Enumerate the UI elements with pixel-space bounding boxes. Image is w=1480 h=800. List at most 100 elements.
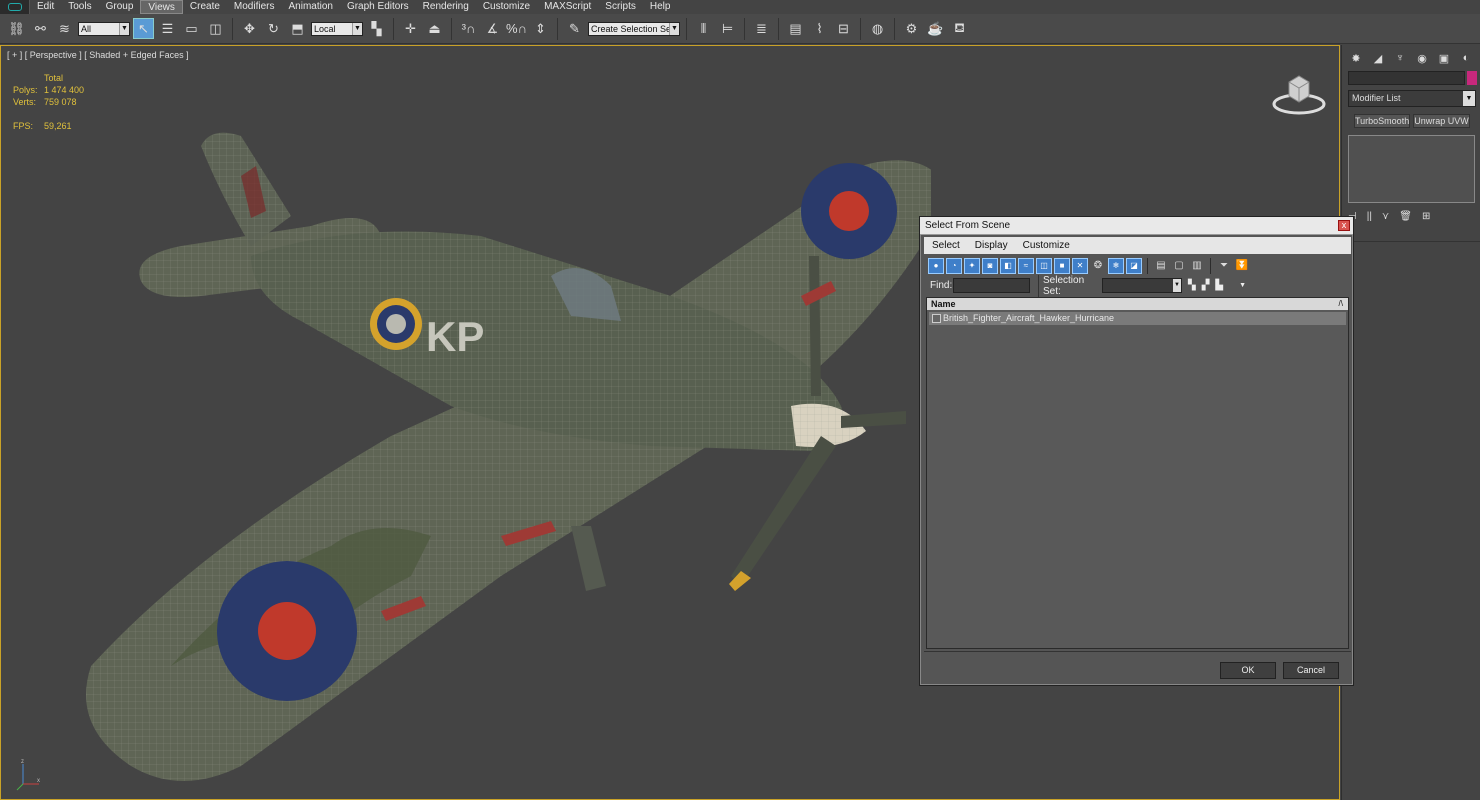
selection-set-dropdown[interactable]: ▼	[1102, 278, 1182, 293]
named-selection-set-dropdown[interactable]: Create Selection Se ▼	[588, 21, 680, 36]
select-invert-icon[interactable]: ▥	[1189, 257, 1205, 274]
remove-selection-set-icon[interactable]: ▞	[1202, 280, 1210, 291]
display-shapes-icon[interactable]: ◔	[946, 257, 962, 274]
dialog-menu-display[interactable]: Display	[975, 240, 1008, 251]
angle-snap-icon[interactable]: ∡	[482, 18, 503, 39]
keyboard-shortcut-override-icon[interactable]: ⏏	[424, 18, 445, 39]
snaps-toggle-icon[interactable]: ³∩	[458, 18, 479, 39]
utilities-tab-icon[interactable]: ◐	[1458, 50, 1474, 66]
display-geometry-icon[interactable]: ●	[928, 257, 944, 274]
scene-object-list[interactable]: Name /\ British_Fighter_Aircraft_Hawker_…	[926, 297, 1349, 649]
add-selection-set-icon[interactable]: ▚	[1188, 280, 1196, 291]
rotate-icon[interactable]: ↻	[263, 18, 284, 39]
bind-space-warp-icon[interactable]: ≋	[54, 18, 75, 39]
ok-button[interactable]: OK	[1220, 662, 1276, 679]
modifier-list-dropdown[interactable]: Modifier List ▼	[1348, 90, 1476, 107]
filter-advanced-icon[interactable]: ⏬	[1234, 257, 1250, 274]
list-item[interactable]: British_Fighter_Aircraft_Hawker_Hurrican…	[929, 312, 1346, 325]
viewcube-icon[interactable]	[1271, 70, 1327, 118]
display-lights-icon[interactable]: ✦	[964, 257, 980, 274]
configure-modifier-sets-icon[interactable]: ⊞	[1422, 211, 1430, 222]
render-production-icon[interactable]: ⛾	[949, 18, 970, 39]
find-input[interactable]	[953, 278, 1030, 293]
list-header-name[interactable]: Name /\	[927, 298, 1348, 310]
object-color-swatch[interactable]	[1467, 71, 1477, 85]
hawker-hurricane-model[interactable]: KP	[51, 106, 931, 800]
rectangular-selection-icon[interactable]: ▭	[181, 18, 202, 39]
dialog-close-button[interactable]: x	[1338, 220, 1350, 231]
select-manipulate-icon[interactable]: ✛	[400, 18, 421, 39]
mirror-icon[interactable]: ⫴	[693, 18, 714, 39]
dialog-menu-customize[interactable]: Customize	[1023, 240, 1070, 251]
edit-named-selection-icon[interactable]: ✎	[564, 18, 585, 39]
menu-create[interactable]: Create	[183, 0, 227, 14]
modify-tab-icon[interactable]: ◢	[1370, 50, 1386, 66]
rendered-frame-window-icon[interactable]: ☕	[925, 18, 946, 39]
display-frozen-icon[interactable]: ❄	[1108, 257, 1124, 274]
move-icon[interactable]: ✥	[239, 18, 260, 39]
display-xrefs-icon[interactable]: ■	[1054, 257, 1070, 274]
selection-filter-dropdown[interactable]: All ▼	[78, 21, 130, 36]
main-toolbar: ⛓ ⚯ ≋ All ▼ ↖ ☰ ▭ ◫ ✥ ↻ ⬒ Local ▼ ▚ ✛ ⏏ …	[0, 14, 1480, 44]
spinner-snap-icon[interactable]: ⇕	[530, 18, 551, 39]
cancel-button[interactable]: Cancel	[1283, 662, 1339, 679]
window-crossing-icon[interactable]: ◫	[205, 18, 226, 39]
menu-help[interactable]: Help	[643, 0, 678, 14]
scale-icon[interactable]: ⬒	[287, 18, 308, 39]
render-setup-icon[interactable]: ⚙	[901, 18, 922, 39]
create-tab-icon[interactable]: ✸	[1348, 50, 1364, 66]
menu-maxscript[interactable]: MAXScript	[537, 0, 598, 14]
remove-modifier-icon[interactable]: 🗑	[1399, 211, 1412, 222]
modifier-stack-view[interactable]	[1348, 135, 1475, 203]
menu-views[interactable]: Views	[140, 0, 183, 14]
select-by-name-icon[interactable]: ☰	[157, 18, 178, 39]
display-tab-icon[interactable]: ▣	[1436, 50, 1452, 66]
material-editor-icon[interactable]: ◍	[867, 18, 888, 39]
percent-snap-icon[interactable]: %∩	[506, 18, 527, 39]
display-helpers-icon[interactable]: ◧	[1000, 257, 1016, 274]
select-all-icon[interactable]: ▤	[1153, 257, 1169, 274]
display-containers-icon[interactable]: ❂	[1090, 257, 1106, 274]
motion-tab-icon[interactable]: ◉	[1414, 50, 1430, 66]
unwrap-uvw-button[interactable]: Unwrap UVW	[1413, 114, 1470, 128]
chevron-down-icon[interactable]: ▼	[1239, 282, 1246, 289]
display-hidden-icon[interactable]: ◪	[1126, 257, 1142, 274]
show-end-result-icon[interactable]: ||	[1367, 211, 1372, 222]
menu-scripts[interactable]: Scripts	[598, 0, 643, 14]
named-selection-set-placeholder: Create Selection Se	[591, 23, 672, 34]
app-logo-icon[interactable]	[0, 0, 30, 14]
select-object-icon[interactable]: ↖	[133, 18, 154, 39]
menu-animation[interactable]: Animation	[281, 0, 339, 14]
dialog-menu-select[interactable]: Select	[932, 240, 960, 251]
unlink-icon[interactable]: ⚯	[30, 18, 51, 39]
turbosmooth-button[interactable]: TurboSmooth	[1354, 114, 1410, 128]
display-cameras-icon[interactable]: ◙	[982, 257, 998, 274]
display-space-warps-icon[interactable]: ≈	[1018, 257, 1034, 274]
layer-manager-icon[interactable]: ≣	[751, 18, 772, 39]
menu-modifiers[interactable]: Modifiers	[227, 0, 282, 14]
viewport-label[interactable]: [ + ] [ Perspective ] [ Shaded + Edged F…	[7, 50, 189, 60]
reference-coord-dropdown[interactable]: Local ▼	[311, 21, 363, 36]
make-unique-icon[interactable]: ⋎	[1382, 211, 1389, 222]
display-groups-icon[interactable]: ◫	[1036, 257, 1052, 274]
filter-icon[interactable]: ⏷	[1216, 257, 1232, 274]
edit-selection-set-icon[interactable]: ▙	[1215, 280, 1223, 291]
object-name-field[interactable]	[1348, 71, 1465, 85]
pivot-center-icon[interactable]: ▚	[366, 18, 387, 39]
display-bones-icon[interactable]: ✕	[1072, 257, 1088, 274]
menu-rendering[interactable]: Rendering	[416, 0, 476, 14]
dialog-titlebar[interactable]: Select From Scene x	[920, 217, 1353, 235]
scene-explorer-icon[interactable]: ▤	[785, 18, 806, 39]
menu-group[interactable]: Group	[99, 0, 141, 14]
align-icon[interactable]: ⊨	[717, 18, 738, 39]
link-icon[interactable]: ⛓	[6, 18, 27, 39]
menu-tools[interactable]: Tools	[61, 0, 98, 14]
menu-graph-editors[interactable]: Graph Editors	[340, 0, 416, 14]
hierarchy-tab-icon[interactable]: ♆	[1392, 50, 1408, 66]
select-none-icon[interactable]: ▢	[1171, 257, 1187, 274]
menu-edit[interactable]: Edit	[30, 0, 61, 14]
menu-customize[interactable]: Customize	[476, 0, 537, 14]
schematic-view-icon[interactable]: ⊟	[833, 18, 854, 39]
toolbar-divider	[860, 17, 861, 40]
curve-editor-icon[interactable]: ⌇	[809, 18, 830, 39]
